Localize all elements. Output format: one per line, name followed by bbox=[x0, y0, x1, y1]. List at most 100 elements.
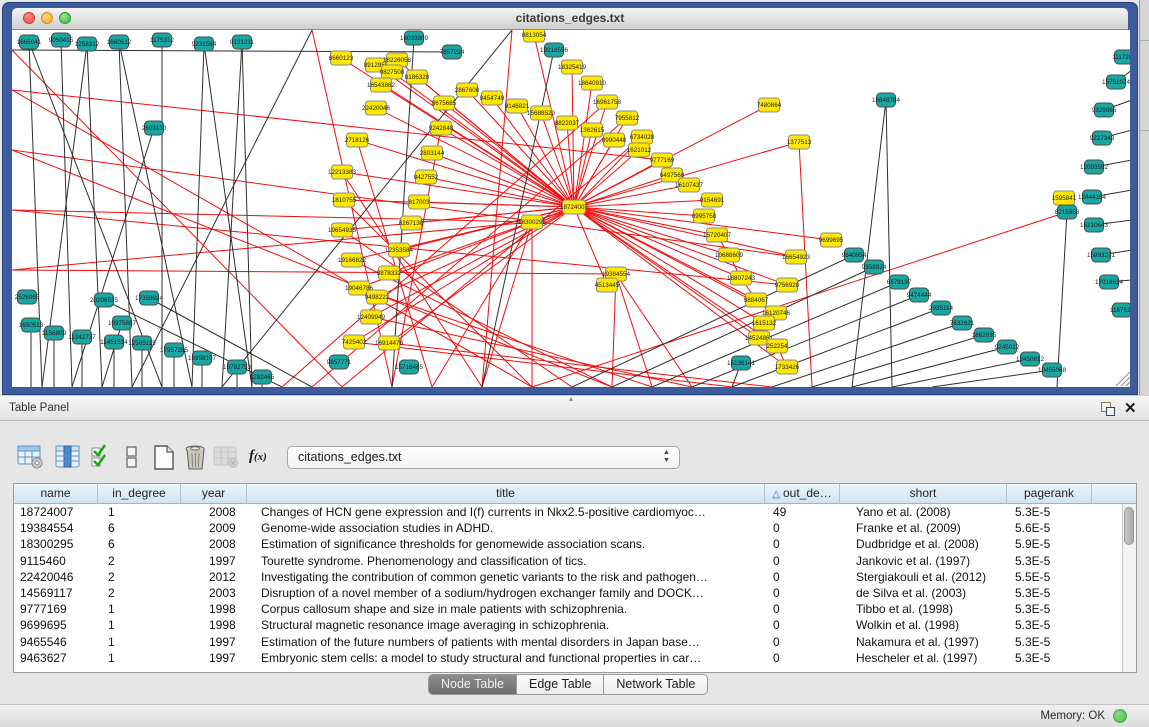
column-header-pagerank[interactable]: pagerank bbox=[1007, 484, 1092, 504]
table-cell[interactable]: 1997 bbox=[181, 634, 247, 650]
table-row[interactable]: 1456911722003Disruption of a novel membe… bbox=[14, 585, 1122, 601]
table-cell[interactable]: Embryonic stem cells: a model to study s… bbox=[247, 650, 765, 666]
graph-edge[interactable] bbox=[12, 222, 532, 270]
table-cell[interactable]: 0 bbox=[765, 569, 840, 585]
table-row[interactable]: 1938455462009Genome-wide association stu… bbox=[14, 520, 1122, 536]
table-cell[interactable]: 5.3E-5 bbox=[1007, 504, 1092, 520]
table-cell[interactable]: 5.6E-5 bbox=[1007, 520, 1092, 536]
table-cell[interactable]: 9115460 bbox=[14, 553, 98, 569]
column-header-title[interactable]: title bbox=[247, 484, 765, 504]
table-cell[interactable]: 5.3E-5 bbox=[1007, 601, 1092, 617]
table-cell[interactable]: de Silva et al. (2003) bbox=[840, 585, 1007, 601]
table-cell[interactable]: 2008 bbox=[181, 504, 247, 520]
table-cell[interactable]: 22420046 bbox=[14, 569, 98, 585]
scrollbar-thumb[interactable] bbox=[1124, 507, 1134, 545]
table-cell[interactable]: 1998 bbox=[181, 617, 247, 633]
table-row[interactable]: 946554611997Estimation of the future num… bbox=[14, 634, 1122, 650]
graph-edge[interactable] bbox=[932, 370, 1052, 387]
resize-grip-icon[interactable] bbox=[1126, 382, 1130, 386]
table-row[interactable]: 977716911998Corpus callosum shape and si… bbox=[14, 601, 1122, 617]
graph-edge[interactable] bbox=[282, 102, 607, 387]
table-cell[interactable]: Hescheler et al. (1997) bbox=[840, 650, 1007, 666]
graph-edge[interactable] bbox=[852, 100, 886, 387]
table-cell[interactable]: 5.3E-5 bbox=[1007, 617, 1092, 633]
graph-edge[interactable] bbox=[242, 42, 252, 387]
table-cell[interactable]: 1 bbox=[98, 650, 181, 666]
graph-edge[interactable] bbox=[692, 295, 919, 387]
table-cell[interactable]: 1 bbox=[98, 617, 181, 633]
table-cell[interactable]: 2009 bbox=[181, 520, 247, 536]
graph-edge[interactable] bbox=[192, 44, 204, 387]
table-cell[interactable]: 0 bbox=[765, 634, 840, 650]
table-cell[interactable]: 18724007 bbox=[14, 504, 98, 520]
graph-edge[interactable] bbox=[12, 50, 452, 52]
table-cell[interactable]: Genome-wide association studies in ADHD. bbox=[247, 520, 765, 536]
select-checks-icon[interactable] bbox=[90, 444, 112, 470]
graph-edge[interactable] bbox=[532, 212, 1067, 387]
table-cell[interactable]: 14569117 bbox=[14, 585, 98, 601]
table-cell[interactable]: 1 bbox=[98, 601, 181, 617]
table-cell[interactable]: Tourette syndrome. Phenomenology and cla… bbox=[247, 553, 765, 569]
table-cell[interactable]: 2012 bbox=[181, 569, 247, 585]
table-cell[interactable]: 5.3E-5 bbox=[1007, 553, 1092, 569]
table-cell[interactable]: 0 bbox=[765, 585, 840, 601]
table-cell[interactable]: 5.3E-5 bbox=[1007, 585, 1092, 601]
table-cell[interactable]: 2008 bbox=[181, 536, 247, 552]
table-cell[interactable]: 2003 bbox=[181, 585, 247, 601]
table-cell[interactable]: 0 bbox=[765, 536, 840, 552]
graph-edge[interactable] bbox=[12, 210, 532, 222]
tab-node-table[interactable]: Node Table bbox=[428, 674, 517, 695]
table-cell[interactable]: 1998 bbox=[181, 601, 247, 617]
table-cell[interactable]: 5.3E-5 bbox=[1007, 650, 1092, 666]
column-header-out-de-[interactable]: △out_de… bbox=[765, 484, 840, 504]
table-cell[interactable]: 1 bbox=[98, 634, 181, 650]
table-cell[interactable]: Wolkin et al. (1998) bbox=[840, 617, 1007, 633]
table-row[interactable]: 969969511998Structural magnetic resonanc… bbox=[14, 617, 1122, 633]
graph-edge[interactable] bbox=[812, 335, 984, 387]
table-cell[interactable]: 5.9E-5 bbox=[1007, 536, 1092, 552]
graph-edge[interactable] bbox=[574, 102, 607, 207]
graph-edge[interactable] bbox=[652, 282, 899, 387]
network-canvas[interactable]: 1872400718300295193845548660123891295518… bbox=[12, 30, 1130, 387]
table-cell[interactable]: Yano et al. (2008) bbox=[840, 504, 1007, 520]
close-panel-icon[interactable]: ✕ bbox=[1124, 399, 1137, 417]
table-cell[interactable]: Disruption of a novel member of a sodium… bbox=[247, 585, 765, 601]
table-cell[interactable]: 2 bbox=[98, 569, 181, 585]
resize-grip-icon[interactable] bbox=[1121, 377, 1130, 386]
table-cell[interactable]: 49 bbox=[765, 504, 840, 520]
graph-edge[interactable] bbox=[574, 207, 764, 323]
table-cell[interactable]: 1997 bbox=[181, 553, 247, 569]
splitter-handle-icon[interactable]: ▴ bbox=[569, 394, 573, 403]
table-cell[interactable]: Dudbridge et al. (2008) bbox=[840, 536, 1007, 552]
table-cell[interactable]: Stergiakouli et al. (2012) bbox=[840, 569, 1007, 585]
tab-edge-table[interactable]: Edge Table bbox=[517, 674, 604, 695]
table-cell[interactable]: Structural magnetic resonance image aver… bbox=[247, 617, 765, 633]
table-cell[interactable]: 0 bbox=[765, 601, 840, 617]
table-cell[interactable]: 0 bbox=[765, 520, 840, 536]
graph-edge[interactable] bbox=[441, 128, 574, 207]
table-cell[interactable]: 0 bbox=[765, 650, 840, 666]
table-row[interactable]: 1872400712008Changes of HCN gene express… bbox=[14, 504, 1122, 520]
column-header-in-degree[interactable]: in_degree bbox=[98, 484, 181, 504]
network-window-titlebar[interactable]: citations_edges.txt bbox=[12, 8, 1128, 30]
table-row[interactable]: 1830029562008Estimation of significance … bbox=[14, 536, 1122, 552]
table-cell[interactable]: 5.3E-5 bbox=[1007, 634, 1092, 650]
graph-edge[interactable] bbox=[886, 100, 892, 387]
graph-edge[interactable] bbox=[102, 323, 122, 387]
graph-edge[interactable] bbox=[392, 38, 414, 387]
table-cell[interactable]: Franke et al. (2009) bbox=[840, 520, 1007, 536]
table-cell[interactable]: 9699695 bbox=[14, 617, 98, 633]
graph-edge[interactable] bbox=[444, 103, 574, 207]
tab-network-table[interactable]: Network Table bbox=[604, 674, 708, 695]
graph-edge[interactable] bbox=[389, 343, 772, 387]
table-cell[interactable]: 6 bbox=[98, 520, 181, 536]
graph-edge[interactable] bbox=[432, 222, 532, 387]
network-table-selector[interactable]: citations_edges.txt ▲▼ bbox=[287, 446, 680, 469]
graph-edge[interactable] bbox=[574, 83, 592, 207]
graph-edge[interactable] bbox=[772, 323, 962, 387]
column-visibility-icon[interactable] bbox=[55, 444, 81, 470]
table-settings-icon[interactable] bbox=[17, 444, 44, 470]
table-cell[interactable]: 0 bbox=[765, 553, 840, 569]
table-row[interactable]: 946362711997Embryonic stem cells: a mode… bbox=[14, 650, 1122, 666]
graph-edge[interactable] bbox=[1057, 212, 1067, 387]
